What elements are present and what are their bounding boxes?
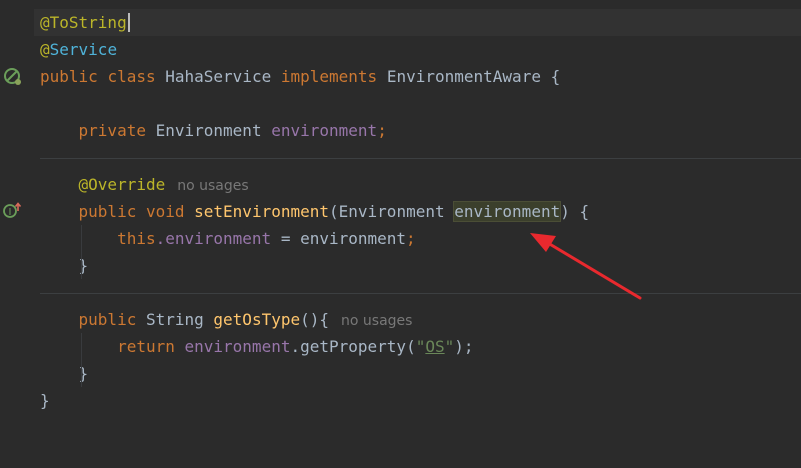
code-line-8[interactable]: public void setEnvironment(Environment e…	[34, 198, 801, 225]
string-literal: OS	[425, 337, 445, 356]
class-close-brace: }	[40, 391, 50, 410]
code-line-15[interactable]: }	[34, 387, 801, 414]
open-brace: {	[550, 67, 561, 86]
parens-brace: (){	[300, 310, 330, 329]
this-field: .environment	[155, 229, 272, 248]
method-separator	[40, 293, 801, 294]
call-end: );	[454, 337, 474, 356]
annotation-tostring: @ToString	[40, 13, 130, 32]
keyword-public: public	[78, 202, 137, 221]
no-entry-icon[interactable]	[2, 66, 24, 88]
keyword-public: public	[40, 67, 98, 86]
annotation-at: @	[40, 40, 50, 59]
code-editor[interactable]: @ToString @Service public class HahaServ…	[34, 0, 801, 418]
indent-guide	[81, 333, 82, 387]
class-name: HahaService	[165, 67, 272, 86]
method-name: setEnvironment	[194, 202, 329, 221]
code-line-9[interactable]: this.environment = environment;	[34, 225, 801, 252]
code-line-13[interactable]: return environment.getProperty("OS");	[34, 333, 801, 360]
method-separator	[40, 158, 801, 159]
semicolon: ;	[377, 121, 387, 140]
code-line-5[interactable]: private Environment environment;	[34, 117, 801, 144]
return-type: String	[145, 310, 204, 329]
quote-open: "	[415, 337, 426, 356]
keyword-public: public	[78, 310, 137, 329]
interface-name: EnvironmentAware	[386, 67, 541, 86]
code-line-2[interactable]: @Service	[34, 36, 801, 63]
param-type: Environment	[338, 202, 445, 221]
param-name-highlighted[interactable]: environment	[453, 201, 562, 222]
keyword-class: class	[107, 67, 156, 86]
close-brace: }	[78, 256, 89, 275]
keyword-return: return	[117, 337, 175, 356]
field-reference: environment	[184, 337, 291, 356]
code-line-1[interactable]: @ToString	[34, 9, 801, 36]
keyword-private: private	[78, 121, 146, 140]
assignment: = environment	[271, 229, 407, 248]
annotation-service: Service	[49, 40, 118, 59]
semicolon: ;	[406, 229, 416, 248]
svg-text:I: I	[9, 207, 12, 218]
code-line-10[interactable]: }	[34, 252, 801, 279]
field-name: environment	[271, 121, 378, 140]
keyword-this: this	[117, 229, 156, 248]
method-name: getOsType	[213, 310, 301, 329]
quote-close: "	[444, 337, 455, 356]
usages-hint[interactable]: no usages	[341, 313, 412, 329]
method-call: .getProperty(	[290, 337, 416, 356]
keyword-implements: implements	[280, 67, 378, 86]
code-line-3[interactable]: public class HahaService implements Envi…	[34, 63, 801, 90]
keyword-void: void	[145, 202, 185, 221]
code-line-14[interactable]: }	[34, 360, 801, 387]
usages-hint[interactable]: no usages	[177, 178, 248, 194]
close-brace: }	[78, 364, 89, 383]
field-type: Environment	[155, 121, 262, 140]
code-line-12[interactable]: public String getOsType(){ no usages	[34, 306, 801, 333]
code-line-7[interactable]: @Override no usages	[34, 171, 801, 198]
open-paren: (	[329, 202, 339, 221]
indent-guide	[81, 225, 82, 279]
editor-gutter: I	[0, 0, 34, 418]
annotation-override: @Override	[78, 175, 166, 194]
close-paren-brace: ) {	[560, 202, 590, 221]
implemented-method-icon[interactable]: I	[1, 200, 23, 222]
